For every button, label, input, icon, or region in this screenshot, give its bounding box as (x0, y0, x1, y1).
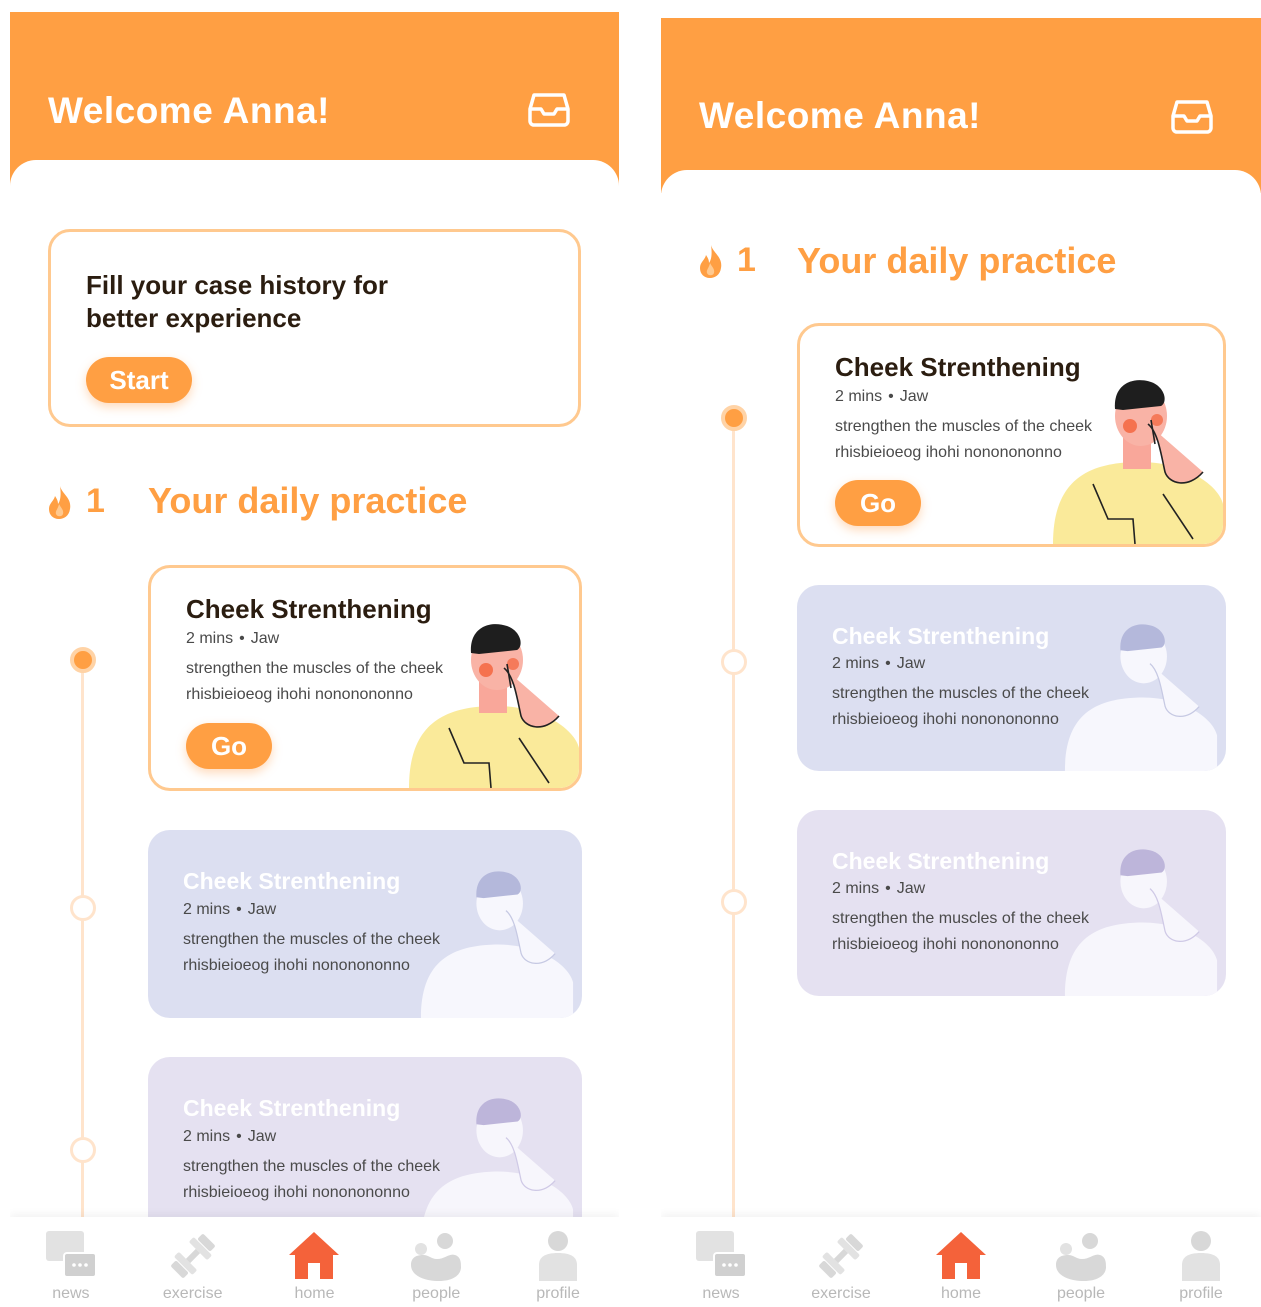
news-icon (696, 1231, 747, 1278)
case-history-text: Fill your case history for better experi… (86, 270, 388, 333)
exercise-area: Jaw (896, 655, 926, 672)
inbox-icon[interactable] (528, 91, 570, 127)
exercise-title: Cheek Strenthening (186, 594, 432, 624)
timeline-node-active (721, 405, 747, 431)
tab-news[interactable]: news (21, 1229, 121, 1303)
tab-profile[interactable]: profile (508, 1229, 608, 1303)
meta-separator: • (885, 655, 891, 672)
section-title: Your daily practice (797, 240, 1117, 281)
page-title: Welcome Anna! (48, 90, 330, 131)
exercise-area: Jaw (247, 1128, 277, 1145)
exercise-meta: 2 mins • Jaw (183, 1128, 276, 1146)
thinking-person-illustration (1064, 849, 1218, 996)
exercise-card-active[interactable]: Cheek Strenthening 2 mins • Jaw strengthen… (148, 565, 582, 791)
streak-counter: 1 (46, 482, 105, 521)
start-button[interactable]: Start (86, 357, 192, 403)
thinking-person-illustration (409, 624, 579, 788)
section-title: Your daily practice (148, 480, 468, 521)
bottom-tab-bar: news exercise home people profile (661, 1217, 1261, 1307)
tab-exercise[interactable]: exercise (791, 1229, 891, 1303)
timeline-node-active (70, 647, 96, 673)
exercise-duration: 2 mins (183, 1128, 231, 1145)
exercise-card-active[interactable]: Cheek Strenthening 2 mins • Jaw strengthen… (797, 323, 1226, 547)
header: Welcome Anna! (661, 18, 1261, 193)
tab-label: profile (1179, 1285, 1223, 1302)
exercise-meta: 2 mins • Jaw (186, 630, 279, 648)
inbox-icon[interactable] (1171, 98, 1213, 134)
people-icon (411, 1233, 462, 1281)
exercise-card-locked[interactable]: Cheek Strenthening 2 mins • Jaw strengthen… (797, 585, 1226, 771)
tab-label: exercise (162, 1285, 223, 1302)
exercise-title: Cheek Strenthening (183, 868, 401, 894)
timeline-node (70, 895, 96, 921)
exercise-meta: 2 mins • Jaw (835, 388, 928, 406)
tab-label: people (412, 1285, 461, 1302)
tab-news[interactable]: news (671, 1229, 771, 1303)
tab-label: profile (536, 1285, 580, 1302)
tab-exercise[interactable]: exercise (143, 1229, 243, 1303)
tab-label: news (702, 1285, 740, 1302)
meta-separator: • (888, 388, 894, 405)
screen-home-daily-practice: Welcome Anna! 1 Your daily practice Chee… (661, 0, 1261, 1307)
exercise-meta: 2 mins • Jaw (832, 655, 925, 673)
news-icon (45, 1231, 97, 1278)
exercise-meta: 2 mins • Jaw (832, 880, 925, 898)
streak-count: 1 (86, 482, 105, 520)
exercise-duration: 2 mins (832, 655, 880, 672)
exercise-title: Cheek Strenthening (832, 848, 1050, 874)
go-button[interactable]: Go (835, 480, 921, 526)
streak-counter: 1 (697, 241, 756, 280)
meta-separator: • (236, 901, 242, 918)
tab-home[interactable]: home (911, 1229, 1011, 1303)
meta-separator: • (239, 630, 245, 647)
exercise-duration: 2 mins (835, 388, 883, 405)
exercise-area: Jaw (899, 388, 929, 405)
exercise-area: Jaw (896, 880, 926, 897)
screen-home-with-case-history: Welcome Anna! Fill your case history for… (10, 0, 619, 1307)
tab-label: people (1056, 1285, 1106, 1302)
timeline-node (721, 649, 747, 675)
flame-icon (49, 485, 71, 519)
tab-profile[interactable]: profile (1151, 1229, 1251, 1303)
tab-label: exercise (811, 1285, 871, 1302)
tab-label: home (294, 1285, 335, 1302)
page-title: Welcome Anna! (699, 95, 981, 136)
bottom-tab-bar: news exercise home people profile (10, 1217, 619, 1307)
thinking-person-illustration (1053, 380, 1223, 544)
profile-icon (1182, 1231, 1220, 1281)
exercise-duration: 2 mins (183, 901, 231, 918)
timeline-line (732, 420, 735, 1220)
tab-label: home (940, 1285, 982, 1302)
streak-count: 1 (737, 241, 756, 279)
tab-people[interactable]: people (386, 1229, 486, 1303)
exercise-title: Cheek Strenthening (183, 1095, 401, 1121)
exercise-title: Cheek Strenthening (835, 352, 1081, 382)
thinking-person-illustration (420, 871, 574, 1018)
exercise-area: Jaw (250, 630, 280, 647)
exercise-meta: 2 mins • Jaw (183, 901, 276, 919)
dumbbell-icon (819, 1234, 863, 1278)
meta-separator: • (885, 880, 891, 897)
dumbbell-icon (170, 1234, 215, 1278)
exercise-card-locked[interactable]: Cheek Strenthening 2 mins • Jaw strengthen… (148, 830, 582, 1018)
tab-home[interactable]: home (264, 1229, 364, 1303)
exercise-duration: 2 mins (832, 880, 880, 897)
exercise-title: Cheek Strenthening (832, 623, 1050, 649)
meta-separator: • (236, 1128, 242, 1145)
exercise-duration: 2 mins (186, 630, 234, 647)
people-icon (1056, 1233, 1106, 1281)
home-icon (289, 1232, 340, 1279)
profile-icon (539, 1231, 578, 1281)
timeline-node (70, 1137, 96, 1163)
case-history-card: Fill your case history for better experi… (48, 229, 581, 427)
home-icon (936, 1232, 986, 1279)
timeline-node (721, 889, 747, 915)
tab-label: news (52, 1285, 90, 1302)
tab-people[interactable]: people (1031, 1229, 1131, 1303)
thinking-person-illustration (1064, 624, 1218, 771)
flame-icon (700, 244, 722, 278)
go-button[interactable]: Go (186, 723, 272, 769)
exercise-area: Jaw (247, 901, 277, 918)
exercise-card-locked[interactable]: Cheek Strenthening 2 mins • Jaw strengthen… (797, 810, 1226, 996)
